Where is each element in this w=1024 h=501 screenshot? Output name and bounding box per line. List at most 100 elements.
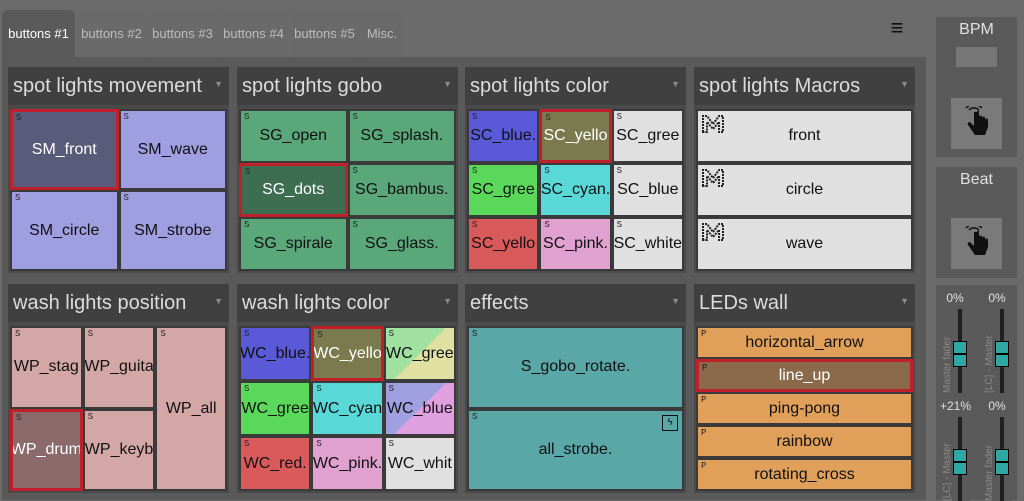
button-wc-blue[interactable]: S WC_blue. <box>239 326 312 381</box>
button-label: SM_front <box>31 140 97 158</box>
button-sc-yello[interactable]: S SC_yello <box>539 109 612 163</box>
fader-slider[interactable] <box>992 309 1012 393</box>
button-sc-gree[interactable]: S SC_gree <box>467 163 540 217</box>
button-sc-cyan[interactable]: S SC_cyan. <box>539 163 612 217</box>
button-rainbow[interactable]: Prainbow <box>696 425 913 458</box>
button-wc-yello[interactable]: S WC_yello <box>311 326 384 381</box>
button-sc-pink[interactable]: S SC_pink. <box>539 217 612 271</box>
button-wp-guita[interactable]: S WP_guita <box>82 326 156 409</box>
mode-indicator: S <box>388 384 395 394</box>
chevron-down-icon[interactable]: ▼ <box>214 79 223 89</box>
button-label: horizontal_arrow <box>745 333 864 351</box>
button-wc-gree[interactable]: S WC_gree <box>239 381 312 436</box>
mode-indicator: S <box>616 166 623 176</box>
chevron-down-icon[interactable]: ▼ <box>671 79 680 89</box>
frame-title[interactable]: effects ▼ <box>465 284 686 322</box>
button-label: all_strobe. <box>538 440 613 458</box>
fader-slider[interactable] <box>950 309 970 393</box>
button-wc-pink[interactable]: S WC_pink. <box>311 436 384 491</box>
frame-title[interactable]: spot lights Macros ▼ <box>694 67 915 105</box>
button-front[interactable]: front <box>696 109 913 163</box>
mode-indicator: S <box>316 384 322 394</box>
button-all-strobe[interactable]: Sϟ all_strobe. <box>467 408 684 491</box>
button-wp-drum[interactable]: S WP_drum <box>10 408 83 491</box>
chevron-down-icon[interactable]: ▼ <box>671 296 680 306</box>
fader-slider[interactable] <box>950 417 970 501</box>
button-wc-cyan[interactable]: S WC_cyan <box>311 381 384 436</box>
button-horizontal-arrow[interactable]: Phorizontal_arrow <box>696 326 913 359</box>
mode-indicator: S <box>388 329 395 339</box>
frame-title-text: spot lights movement <box>13 74 202 97</box>
menu-icon[interactable]: ≡ <box>885 17 909 39</box>
tab-buttons-3[interactable]: buttons #3 <box>148 10 217 57</box>
fader-slider[interactable] <box>992 417 1012 501</box>
button-line-up[interactable]: Pline_up <box>696 359 913 392</box>
chevron-down-icon[interactable]: ▼ <box>443 79 452 89</box>
button-sc-blue[interactable]: S SC_blue <box>611 163 684 217</box>
tab-buttons-4[interactable]: buttons #4 <box>219 10 288 57</box>
frame-title[interactable]: spot lights color ▼ <box>465 67 686 105</box>
fader-knob[interactable] <box>953 341 967 367</box>
frame-title[interactable]: spot lights movement ▼ <box>8 67 229 105</box>
mode-indicator: S <box>616 220 623 230</box>
button-sg-glass[interactable]: S SG_glass. <box>347 217 456 271</box>
button-wc-gree[interactable]: S WC_gree <box>383 326 456 381</box>
tab-buttons-5[interactable]: buttons #5 <box>290 10 359 57</box>
frame-title[interactable]: wash lights position ▼ <box>8 284 229 322</box>
chevron-down-icon[interactable]: ▼ <box>900 79 909 89</box>
button-sc-yello[interactable]: S SC_yello <box>467 217 540 271</box>
fader-knob[interactable] <box>995 449 1009 475</box>
button-sg-spirale[interactable]: S SG_spirale <box>239 217 348 271</box>
button-label: WC_whit <box>387 454 452 472</box>
mode-indicator: P <box>701 395 707 405</box>
button-wp-stag[interactable]: S WP_stag <box>10 326 83 409</box>
chevron-down-icon[interactable]: ▼ <box>900 296 909 306</box>
mode-indicator: S <box>616 112 623 122</box>
button-sm-strobe[interactable]: S SM_strobe <box>118 190 227 271</box>
button-label: SG_bambus. <box>355 181 449 198</box>
frame-title[interactable]: LEDs wall ▼ <box>694 284 915 322</box>
button-wp-keyb[interactable]: S WP_keyb <box>82 408 156 491</box>
button-wc-red[interactable]: S WC_red. <box>239 436 312 491</box>
button-wp-all[interactable]: S WP_all <box>155 326 227 491</box>
frame-title[interactable]: spot lights gobo ▼ <box>237 67 458 105</box>
frame-title[interactable]: wash lights color ▼ <box>237 284 458 322</box>
button-sc-white[interactable]: S SC_white <box>611 217 684 271</box>
fader-knob[interactable] <box>953 449 967 475</box>
button-sm-front[interactable]: S SM_front <box>10 109 119 190</box>
button-label: WC_pink. <box>312 454 383 472</box>
mode-indicator: P <box>701 329 707 339</box>
beat-tap-button[interactable] <box>951 218 1002 269</box>
fader-value: +21% <box>940 399 972 413</box>
tab-buttons-2[interactable]: buttons #2 <box>77 10 146 57</box>
mode-indicator: S <box>244 220 250 230</box>
button-sg-open[interactable]: S SG_open <box>239 109 348 163</box>
tab-buttons-1[interactable]: buttons #1 <box>2 10 75 57</box>
button-sg-bambus[interactable]: S SG_bambus. <box>347 163 456 217</box>
button-sm-wave[interactable]: S SM_wave <box>118 109 227 190</box>
frame-spot-lights-movement: spot lights movement ▼ S SM_front S SM_wave S S… <box>8 67 229 273</box>
button-sg-splash[interactable]: S SG_splash. <box>347 109 456 163</box>
fader-value: 0% <box>988 399 1006 413</box>
button-sg-dots[interactable]: S SG_dots <box>239 163 348 217</box>
button-wc-whit[interactable]: S WC_whit <box>383 436 456 491</box>
button-wave[interactable]: wave <box>696 217 913 271</box>
button-sc-gree[interactable]: S SC_gree <box>611 109 684 163</box>
tap-hand-icon <box>964 225 988 255</box>
flash-icon: ϟ <box>662 414 678 431</box>
frame-buttons: S WC_blue. S WC_yello S WC_gree S WC_gree S WC_cy… <box>239 326 456 491</box>
button-ping-pong[interactable]: Pping-pong <box>696 392 913 425</box>
button-s-gobo-rotate[interactable]: S S_gobo_rotate. <box>467 326 684 409</box>
chevron-down-icon[interactable]: ▼ <box>214 296 223 306</box>
tab-misc[interactable]: Misc. <box>361 10 403 57</box>
fader-label: Master fader <box>984 444 995 501</box>
button-circle[interactable]: circle <box>696 163 913 217</box>
button-wc-blue[interactable]: S WC_blue <box>383 381 456 436</box>
chevron-down-icon[interactable]: ▼ <box>443 296 452 306</box>
button-sm-circle[interactable]: S SM_circle <box>10 190 119 271</box>
button-label: WP_keyb <box>84 440 154 458</box>
fader-knob[interactable] <box>995 341 1009 367</box>
button-sc-blue[interactable]: S SC_blue. <box>467 109 540 163</box>
button-rotating-cross[interactable]: Protating_cross <box>696 458 913 491</box>
bpm-tap-button[interactable] <box>951 98 1002 149</box>
